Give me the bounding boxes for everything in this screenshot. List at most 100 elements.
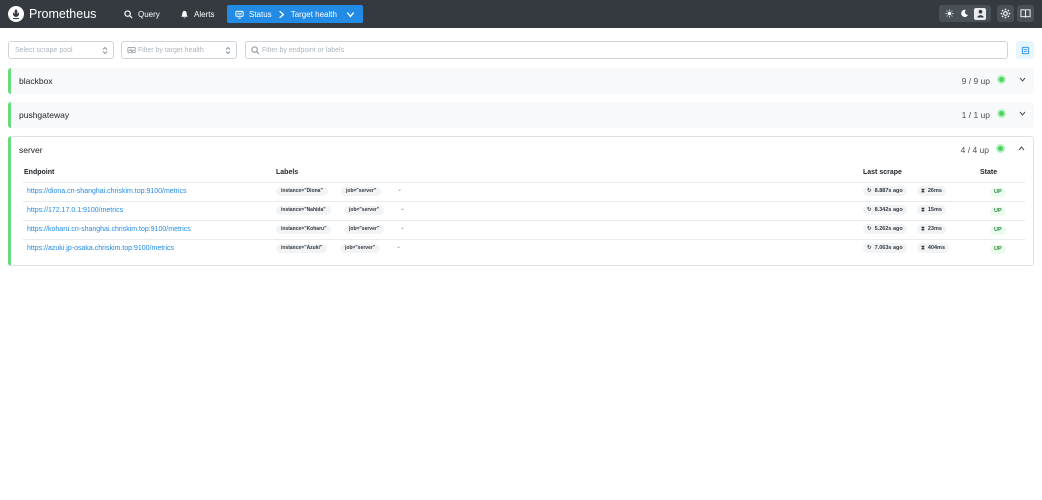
expand-labels-icon[interactable]: ⌄ bbox=[400, 205, 405, 212]
label-badge-instance: instance="Koharu" bbox=[276, 225, 332, 234]
scrape-duration-value: 404ms bbox=[927, 245, 946, 251]
scrape-duration-badge: ⧗ 15ms bbox=[917, 205, 946, 215]
scrape-duration-badge: ⧗ 23ms bbox=[917, 224, 946, 234]
endpoint-link[interactable]: https://koharu.cn-shanghai.chriskim.top:… bbox=[27, 226, 191, 233]
health-ok-indicator bbox=[997, 75, 1006, 84]
light-theme-button[interactable] bbox=[944, 8, 956, 20]
pool-panel-server: server 4 / 4 up Endpoint Labels Last scr… bbox=[8, 136, 1034, 266]
nav-query-label: Query bbox=[138, 9, 160, 19]
health-ok-indicator bbox=[996, 144, 1005, 153]
column-header-last-scrape: Last scrape bbox=[863, 169, 902, 176]
scrape-pool-select[interactable]: Select scrape pool bbox=[8, 41, 114, 59]
nav-status-page-label: Target health bbox=[290, 9, 337, 19]
scrape-duration-value: 26ms bbox=[927, 188, 942, 194]
label-badge-job: job="server" bbox=[344, 206, 385, 215]
label-badge-job: job="server" bbox=[341, 187, 382, 196]
pool-up-count: 4 / 4 up bbox=[960, 145, 989, 155]
endpoint-search-input[interactable]: Filter by endpoint or labels bbox=[245, 41, 1008, 59]
table-row: https://172.17.0.1:9100/metrics instance… bbox=[23, 201, 1025, 220]
selector-icon bbox=[102, 46, 108, 55]
pool-name: blackbox bbox=[19, 76, 53, 86]
gear-icon bbox=[1000, 8, 1011, 19]
health-ok-indicator bbox=[997, 109, 1006, 118]
expand-labels-icon[interactable]: ⌄ bbox=[400, 224, 405, 231]
table-row: https://koharu.cn-shanghai.chriskim.top:… bbox=[23, 220, 1025, 239]
app-title[interactable]: Prometheus bbox=[29, 6, 96, 22]
label-badge-instance: instance="Nahida" bbox=[276, 206, 331, 215]
nav-alerts-label: Alerts bbox=[194, 9, 215, 19]
theme-switcher bbox=[939, 5, 991, 22]
search-placeholder: Filter by endpoint or labels bbox=[262, 46, 345, 54]
nav-status-label: Status bbox=[249, 9, 272, 19]
docs-button[interactable] bbox=[1017, 5, 1034, 22]
last-scrape-badge: ↻ 8.887s ago bbox=[863, 186, 907, 196]
status-badge: UP bbox=[990, 226, 1006, 235]
chevron-down-icon[interactable] bbox=[1019, 111, 1026, 116]
bell-icon bbox=[180, 10, 189, 19]
hourglass-icon: ⧗ bbox=[921, 187, 925, 194]
prometheus-logo-icon[interactable] bbox=[8, 6, 24, 22]
table-row: https://azuki.jp-osaka.chriskim.top:9100… bbox=[23, 239, 1025, 258]
refresh-icon: ↻ bbox=[867, 207, 872, 213]
last-scrape-value: 8.887s ago bbox=[874, 188, 903, 194]
sun-icon bbox=[945, 9, 954, 18]
status-badge: UP bbox=[990, 188, 1006, 197]
last-scrape-value: 8.342s ago bbox=[874, 207, 903, 213]
column-header-labels: Labels bbox=[276, 169, 299, 176]
label-badge-job: job="server" bbox=[340, 244, 381, 253]
refresh-icon: ↻ bbox=[867, 226, 872, 232]
label-badge-instance: instance="Diona" bbox=[276, 187, 328, 196]
pool-up-count: 9 / 9 up bbox=[961, 76, 990, 86]
collapse-all-button[interactable] bbox=[1016, 41, 1034, 59]
last-scrape-badge: ↻ 8.342s ago bbox=[863, 205, 907, 215]
expand-labels-icon[interactable]: ⌄ bbox=[397, 186, 402, 193]
heart-pulse-icon bbox=[127, 46, 136, 55]
user-icon bbox=[976, 9, 985, 18]
column-header-endpoint: Endpoint bbox=[24, 169, 55, 176]
pool-panel-pushgateway[interactable]: pushgateway 1 / 1 up bbox=[8, 102, 1034, 128]
label-badge-instance: instance="Azuki" bbox=[276, 244, 328, 253]
hourglass-icon: ⧗ bbox=[921, 225, 925, 232]
endpoint-link[interactable]: https://172.17.0.1:9100/metrics bbox=[27, 207, 123, 214]
pool-name: pushgateway bbox=[19, 110, 70, 120]
pool-panel-blackbox[interactable]: blackbox 9 / 9 up bbox=[8, 68, 1034, 94]
table-row: https://diona.cn-shanghai.chriskim.top:9… bbox=[23, 182, 1025, 201]
monitor-icon bbox=[235, 10, 244, 19]
last-scrape-value: 7.063s ago bbox=[874, 245, 903, 251]
hourglass-icon: ⧗ bbox=[921, 206, 925, 213]
hourglass-icon: ⧗ bbox=[921, 244, 925, 251]
last-scrape-badge: ↻ 5.262s ago bbox=[863, 224, 907, 234]
search-icon bbox=[124, 9, 133, 19]
selector-icon bbox=[225, 46, 231, 55]
pool-name[interactable]: server bbox=[19, 145, 43, 155]
nav-query[interactable]: Query bbox=[118, 5, 166, 23]
scrape-duration-value: 23ms bbox=[927, 226, 942, 232]
status-badge: UP bbox=[990, 245, 1006, 254]
settings-button[interactable] bbox=[997, 5, 1014, 22]
book-icon bbox=[1020, 8, 1031, 19]
expand-labels-icon[interactable]: ⌄ bbox=[396, 243, 401, 250]
chevron-right-icon bbox=[277, 10, 286, 19]
layout-collapse-icon bbox=[1021, 46, 1030, 55]
refresh-icon: ↻ bbox=[867, 188, 872, 194]
chevron-down-icon bbox=[346, 10, 355, 19]
dark-theme-button[interactable] bbox=[959, 8, 971, 20]
nav-status-menu[interactable]: Status Target health bbox=[227, 5, 363, 23]
last-scrape-value: 5.262s ago bbox=[874, 226, 903, 232]
scrape-pool-placeholder: Select scrape pool bbox=[15, 46, 73, 54]
scrape-duration-badge: ⧗ 26ms bbox=[917, 186, 946, 196]
health-filter-select[interactable]: Filter by target health bbox=[121, 41, 237, 59]
chevron-up-icon[interactable] bbox=[1018, 146, 1025, 151]
endpoint-link[interactable]: https://diona.cn-shanghai.chriskim.top:9… bbox=[27, 188, 187, 195]
moon-icon bbox=[960, 9, 969, 18]
scrape-duration-value: 15ms bbox=[927, 207, 942, 213]
chevron-down-icon[interactable] bbox=[1019, 77, 1026, 82]
status-badge: UP bbox=[990, 207, 1006, 216]
system-theme-button[interactable] bbox=[974, 7, 987, 20]
health-filter-placeholder: Filter by target health bbox=[138, 46, 204, 54]
label-badge-job: job="server" bbox=[344, 225, 385, 234]
top-navbar: Prometheus Query Alerts Status Target he… bbox=[0, 0, 1042, 28]
refresh-icon: ↻ bbox=[867, 245, 872, 251]
nav-alerts[interactable]: Alerts bbox=[174, 5, 220, 23]
endpoint-link[interactable]: https://azuki.jp-osaka.chriskim.top:9100… bbox=[27, 245, 174, 252]
